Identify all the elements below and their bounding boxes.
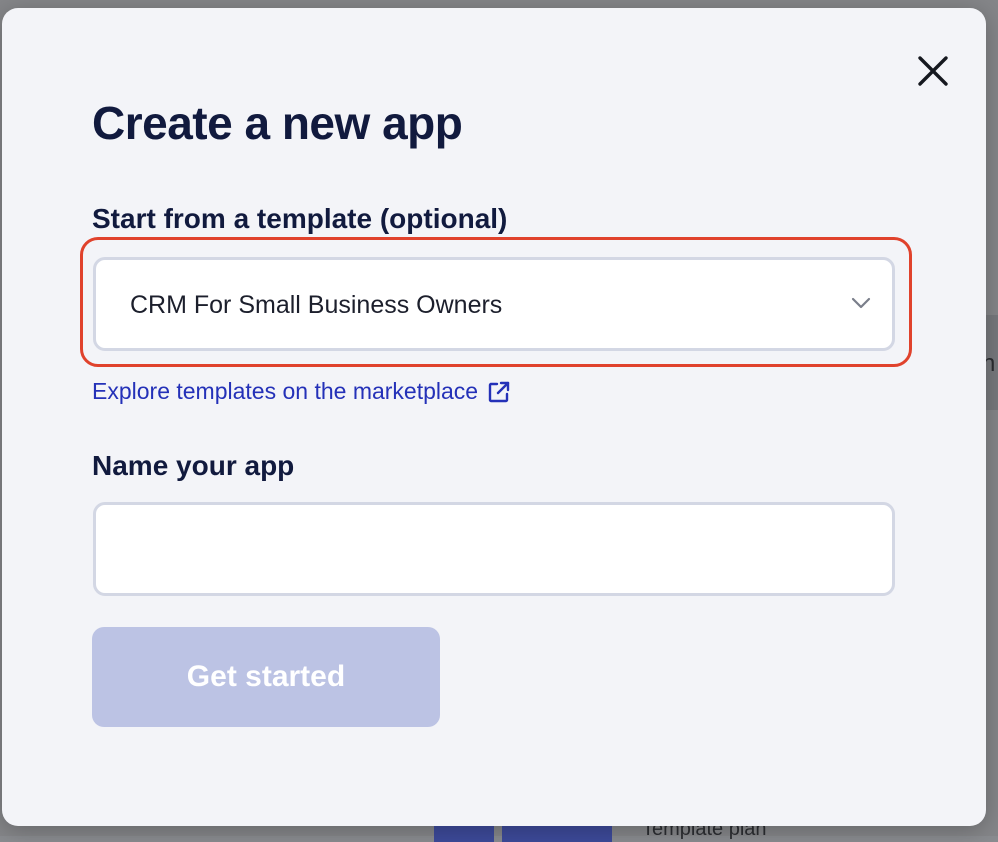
explore-templates-link-text: Explore templates on the marketplace bbox=[92, 378, 479, 404]
app-name-input[interactable] bbox=[93, 502, 895, 596]
close-icon bbox=[918, 56, 948, 86]
close-button[interactable] bbox=[914, 52, 952, 90]
external-link-icon bbox=[488, 381, 510, 402]
get-started-button[interactable]: Get started bbox=[92, 627, 440, 727]
template-select[interactable]: CRM For Small Business Owners bbox=[93, 257, 895, 351]
chevron-down-icon bbox=[850, 296, 872, 310]
template-label: Start from a template (optional) bbox=[92, 203, 508, 234]
app-name-label: Name your app bbox=[92, 450, 295, 481]
dialog-title: Create a new app bbox=[92, 97, 463, 149]
explore-templates-link[interactable]: Explore templates on the marketplace bbox=[92, 378, 512, 405]
template-select-value: CRM For Small Business Owners bbox=[130, 291, 503, 319]
